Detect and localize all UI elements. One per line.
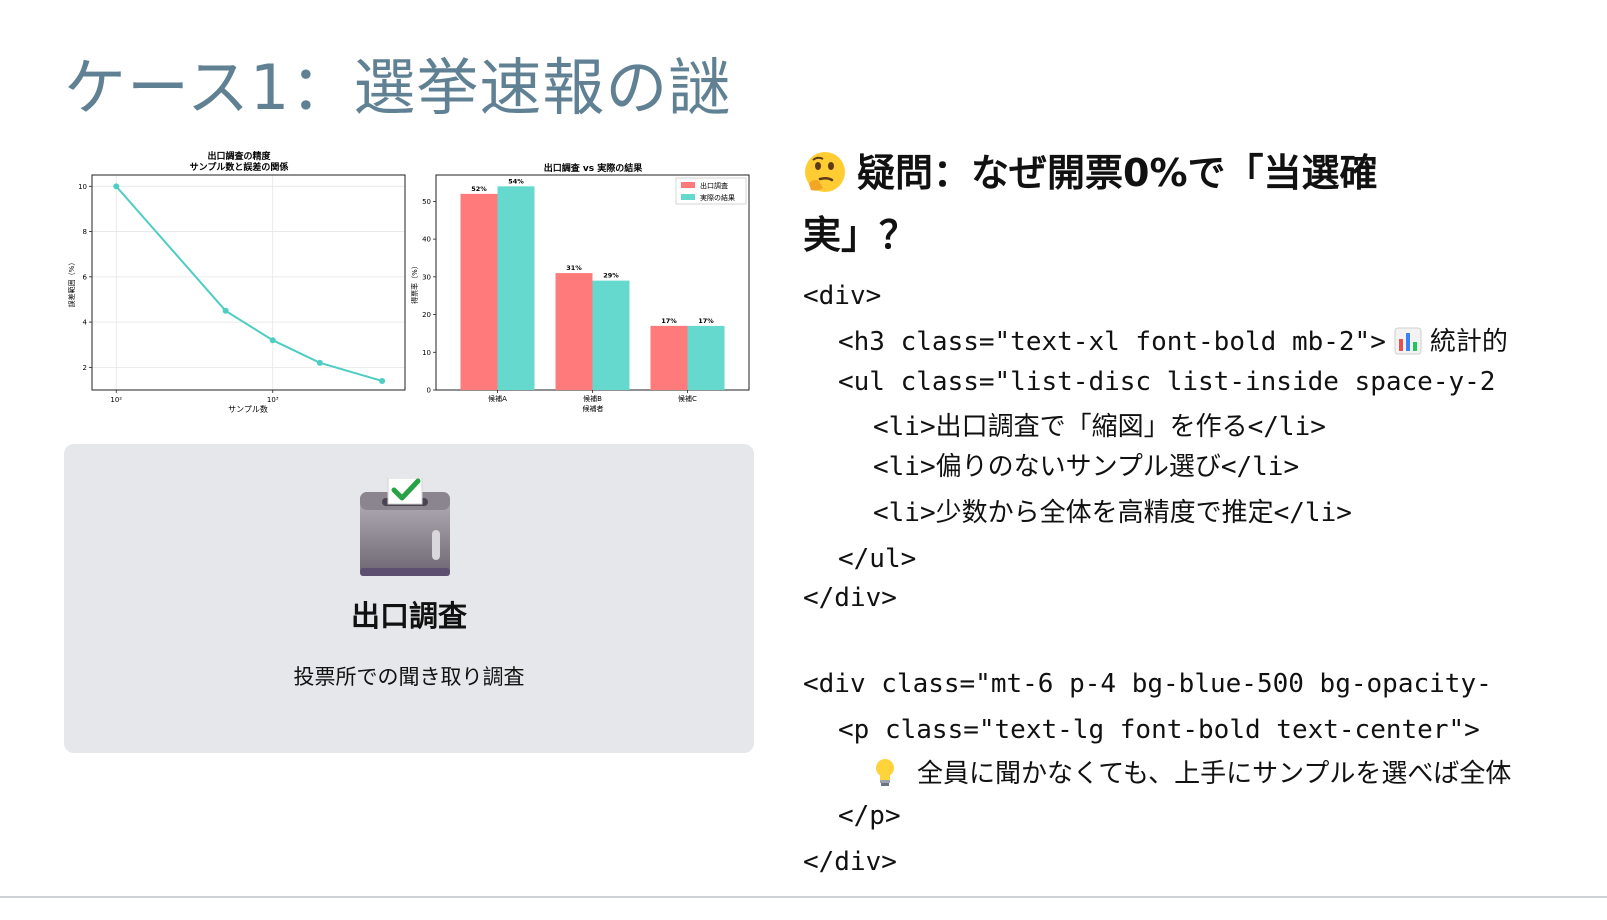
bar-chart-y-tick-label: 20 bbox=[422, 311, 431, 319]
bar-chart-x-tick-label: 候補C bbox=[678, 394, 697, 403]
line-chart-xlabel: サンプル数 bbox=[228, 404, 268, 414]
bar-chart-x-tick-label: 候補A bbox=[488, 394, 507, 403]
legend-swatch-exit-poll bbox=[681, 182, 695, 188]
legend-label-exit-poll: 出口調査 bbox=[700, 181, 728, 190]
code-line-11-text: 全員に聞かなくても、上手にサンプルを選べば全体 bbox=[917, 759, 1512, 789]
bar-data-label: 54% bbox=[508, 177, 524, 185]
line-chart-x-tick-label: 10² bbox=[110, 396, 122, 404]
code-line-12: </p> bbox=[838, 801, 901, 831]
line-chart-y-ticks: 2 4 6 8 10 bbox=[78, 183, 92, 372]
code-line-1: <div> bbox=[803, 281, 882, 311]
ballot-box-with-check-icon bbox=[358, 477, 458, 582]
code-block: <div> <h3 class="text-xl font-bold mb-2"… bbox=[803, 276, 1607, 896]
line-chart-ylabel: 誤差範囲（%） bbox=[67, 259, 76, 308]
bar-chart-y-tick-label: 50 bbox=[422, 198, 431, 206]
code-line-6: <li>少数から全体を高精度で推定</li> bbox=[873, 498, 1352, 528]
bar-data-label: 29% bbox=[603, 272, 619, 280]
line-chart-point bbox=[379, 377, 386, 384]
bar-data-label: 17% bbox=[661, 317, 677, 325]
line-chart-x-tick-label: 10³ bbox=[267, 396, 279, 404]
bar-actual bbox=[687, 325, 725, 390]
line-chart-title-2: サンプル数と誤差の関係 bbox=[190, 161, 289, 173]
bar-chart-title: 出口調査 vs 実際の結果 bbox=[544, 162, 643, 174]
bar-chart-y-tick-label: 10 bbox=[422, 349, 431, 357]
code-line-3: <ul class="list-disc list-inside space-y… bbox=[838, 367, 1496, 397]
light-bulb-icon bbox=[873, 757, 897, 799]
bar-chart-y-tick-label: 40 bbox=[422, 236, 431, 244]
code-line-7: </ul> bbox=[838, 544, 917, 574]
question-text: 疑問：なぜ開票0%で「当選確実」？ bbox=[803, 151, 1378, 257]
code-line-11: 全員に聞かなくても、上手にサンプルを選べば全体 bbox=[873, 754, 1511, 799]
bar-chart-x-tick-label: 候補B bbox=[583, 394, 602, 403]
bar-chart-xlabel: 候補者 bbox=[583, 404, 604, 413]
line-chart: 出口調査の精度 サンプル数と誤差の関係 246810 10² 10³ サンプル数 … bbox=[67, 150, 406, 414]
line-chart-y-tick-label: 6 bbox=[83, 273, 88, 281]
code-line-2-text: <h3 class="text-xl font-bold mb-2"> bbox=[838, 327, 1386, 357]
line-chart-x-ticks: 10² 10³ bbox=[110, 390, 279, 404]
charts-svg: 出口調査の精度 サンプル数と誤差の関係 246810 10² 10³ サンプル数 … bbox=[67, 150, 750, 414]
bar-exit-poll bbox=[460, 193, 498, 390]
line-chart-point bbox=[222, 307, 229, 314]
line-chart-y-tick-label: 4 bbox=[83, 319, 88, 327]
legend-label-actual: 実際の結果 bbox=[700, 193, 735, 202]
code-line-4: <li>出口調査で「縮図」を作る</li> bbox=[873, 412, 1326, 442]
exit-poll-card: 出口調査 投票所での聞き取り調査 bbox=[64, 444, 754, 753]
bar-chart-x-ticks: 候補A 候補B 候補C bbox=[488, 390, 697, 403]
line-chart-y-tick-label: 2 bbox=[83, 364, 87, 372]
bar-exit-poll bbox=[555, 273, 593, 390]
line-chart-y-tick-label: 8 bbox=[83, 228, 87, 236]
line-chart-point bbox=[316, 359, 323, 366]
bar-data-label: 52% bbox=[471, 185, 487, 193]
bar-data-label: 17% bbox=[698, 317, 714, 325]
code-line-2: <h3 class="text-xl font-bold mb-2"> 統計的 bbox=[838, 322, 1508, 367]
slide-title: ケース1：選挙速報の謎 bbox=[64, 51, 732, 124]
line-chart-point bbox=[269, 337, 276, 344]
card-title: 出口調査 bbox=[350, 599, 467, 633]
bar-chart-bars: 52% 54% 31% 29% 17% 17% bbox=[460, 177, 725, 390]
code-line-13: </div> bbox=[803, 847, 897, 877]
bar-chart: 出口調査 vs 実際の結果 0 10 20 30 40 50 52% 54% 31% 29% 17… bbox=[410, 162, 750, 413]
legend-swatch-actual bbox=[681, 194, 695, 200]
code-line-8: </div> bbox=[803, 583, 897, 613]
line-chart-series-line bbox=[115, 185, 383, 382]
bar-chart-y-tick-label: 0 bbox=[427, 387, 431, 395]
code-line-5: <li>偏りのないサンプル選び</li> bbox=[873, 452, 1300, 482]
line-chart-points bbox=[113, 183, 386, 384]
bar-chart-y-tick-label: 30 bbox=[422, 273, 431, 281]
line-chart-y-tick-label: 10 bbox=[78, 183, 87, 191]
bar-chart-legend: 出口調査 実際の結果 bbox=[675, 177, 747, 205]
bottom-rule bbox=[0, 896, 1607, 898]
question-heading: 疑問：なぜ開票0%で「当選確実」？ bbox=[803, 146, 1423, 262]
thinking-face-icon bbox=[803, 150, 847, 208]
bar-data-label: 31% bbox=[566, 264, 582, 272]
bar-exit-poll bbox=[650, 325, 688, 390]
line-chart-frame bbox=[91, 174, 406, 391]
bar-actual bbox=[592, 280, 630, 390]
bar-actual bbox=[497, 186, 535, 390]
bar-chart-icon bbox=[1394, 327, 1422, 367]
line-chart-point bbox=[113, 183, 120, 190]
code-line-2-tail: 統計的 bbox=[1429, 327, 1508, 357]
bar-chart-ylabel: 得票率（%） bbox=[410, 262, 419, 304]
code-line-10: <p class="text-lg font-bold text-center"… bbox=[838, 715, 1480, 745]
charts-figure: 出口調査の精度 サンプル数と誤差の関係 2 4 6 8 10 10² 10³ サンプル数 … bbox=[64, 148, 754, 418]
bar-chart-y-ticks: 0 10 20 30 40 50 bbox=[422, 198, 436, 395]
code-line-9: <div class="mt-6 p-4 bg-blue-500 bg-opac… bbox=[803, 669, 1492, 699]
line-chart-grid bbox=[92, 175, 405, 390]
card-description: 投票所での聞き取り調査 bbox=[293, 665, 525, 689]
line-chart-title-1: 出口調査の精度 bbox=[207, 150, 271, 162]
